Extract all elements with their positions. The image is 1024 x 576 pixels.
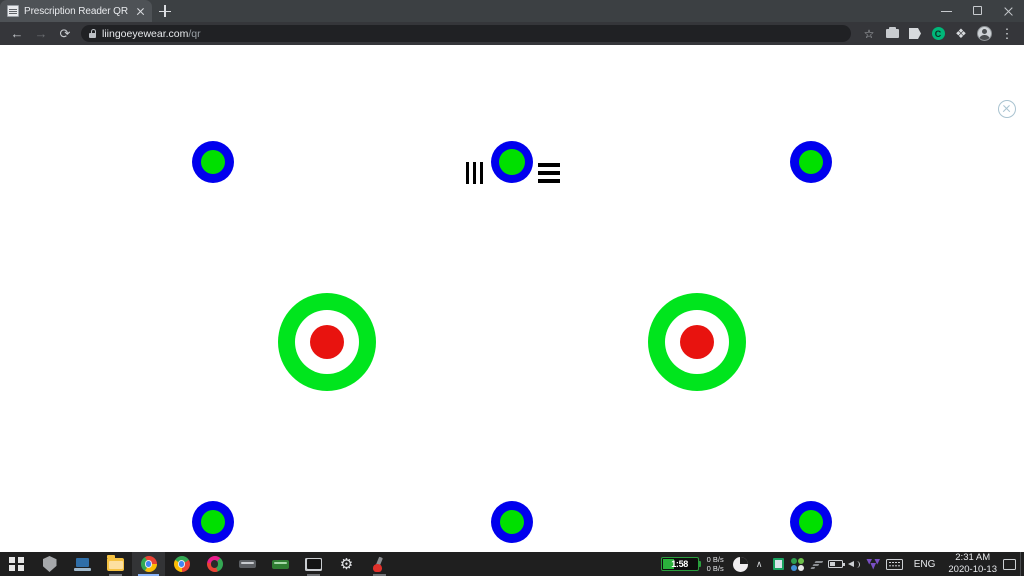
- remote-desktop-icon: [74, 557, 91, 571]
- marker-core: [201, 150, 225, 174]
- target-gap: [665, 310, 729, 374]
- battery-small-icon[interactable]: [826, 552, 845, 576]
- network-speed[interactable]: 0 B/s 0 B/s: [707, 555, 724, 574]
- volume-icon[interactable]: [845, 552, 864, 576]
- target-middle-left: [278, 293, 376, 391]
- marker-top-center: [491, 141, 533, 183]
- app-slab[interactable]: [231, 552, 264, 576]
- clock-time: 2:31 AM: [955, 551, 991, 563]
- marker-core: [799, 510, 823, 534]
- back-arrow-icon[interactable]: ←: [6, 23, 28, 45]
- marker-bottom-left: [192, 501, 234, 543]
- show-desktop-button[interactable]: [1020, 552, 1024, 576]
- system-clock[interactable]: 2:31 AM 2020-10-13: [942, 552, 1003, 576]
- remote-desktop[interactable]: [66, 552, 99, 576]
- chrome-window-1[interactable]: [132, 552, 165, 576]
- target-gap: [295, 310, 359, 374]
- network-up: 0 B/s: [706, 564, 724, 573]
- show-hidden-icons-chevron[interactable]: ∧: [750, 552, 769, 576]
- marker-bottom-right: [790, 501, 832, 543]
- browser-tab[interactable]: Prescription Reader QR | Liingo E: [0, 0, 152, 22]
- wallet-icon[interactable]: [881, 23, 903, 45]
- language-indicator[interactable]: ENG: [907, 559, 943, 570]
- chrome-icon: [173, 556, 190, 572]
- green-extension-glyph: C: [931, 27, 945, 40]
- app-screen[interactable]: [297, 552, 330, 576]
- file-explorer[interactable]: [99, 552, 132, 576]
- purple-drop-icon[interactable]: [864, 552, 883, 576]
- green-square-icon[interactable]: [769, 552, 788, 576]
- green-extension-icon[interactable]: C: [927, 23, 949, 45]
- target-core: [310, 325, 344, 359]
- taskbar-apps: ⚙: [0, 552, 396, 576]
- windows-taskbar: ⚙ 1:58 0 B/s 0 B/s ∧ ENG 2:31 AM 2020-10…: [0, 552, 1024, 576]
- minimize-icon[interactable]: [931, 0, 962, 22]
- marker-core: [500, 510, 524, 534]
- marker-top-left: [192, 141, 234, 183]
- vertical-bars: [466, 162, 483, 184]
- tab-close-icon[interactable]: [134, 5, 147, 18]
- security-shield[interactable]: [33, 552, 66, 576]
- start-button[interactable]: [0, 552, 33, 576]
- marker-core: [201, 510, 225, 534]
- green-book-icon: [272, 559, 289, 569]
- app-red[interactable]: [363, 552, 396, 576]
- reload-icon[interactable]: ⟳: [54, 23, 76, 45]
- notification-center-icon[interactable]: [1003, 558, 1016, 570]
- window-controls: [931, 0, 1024, 22]
- clock-date: 2020-10-13: [948, 564, 997, 575]
- app-settings[interactable]: ⚙: [330, 552, 363, 576]
- battery-icon: 1:58: [660, 557, 699, 571]
- tab-strip: Prescription Reader QR | Liingo E: [0, 0, 1024, 22]
- url-text: liingoeyewear.com/qr: [102, 28, 201, 40]
- chrome-icon: [140, 556, 157, 572]
- marker-core: [799, 150, 823, 174]
- lock-icon: [89, 29, 97, 38]
- browser-toolbar: ← → ⟳ liingoeyewear.com/qr ☆ C ❖ ⋮: [0, 22, 1024, 45]
- extensions-puzzle-icon[interactable]: ❖: [950, 23, 972, 45]
- battery-time: 1:58: [671, 559, 689, 569]
- battery-status[interactable]: 1:58: [660, 557, 701, 571]
- marker-core: [499, 149, 525, 175]
- wifi-icon[interactable]: [807, 552, 826, 576]
- page-content: Chat: [0, 45, 1024, 552]
- bookmark-star-icon[interactable]: ☆: [858, 23, 880, 45]
- url-domain: liingoeyewear.com: [102, 27, 189, 40]
- folder-icon: [107, 555, 124, 571]
- system-tray: 1:58 0 B/s 0 B/s ∧ ENG 2:31 AM 2020-10-1…: [660, 552, 1024, 576]
- chrome-menu-icon[interactable]: ⋮: [996, 23, 1018, 45]
- window-close-icon[interactable]: [993, 0, 1024, 22]
- profile-avatar-icon[interactable]: [973, 23, 995, 45]
- monitor-icon: [305, 557, 322, 571]
- url-path: /qr: [188, 27, 201, 40]
- marker-top-right: [790, 141, 832, 183]
- flag-extension-icon[interactable]: [904, 23, 926, 45]
- pie-chart-icon[interactable]: [731, 552, 750, 576]
- horizontal-bars: [538, 163, 560, 183]
- address-bar[interactable]: liingoeyewear.com/qr: [81, 25, 851, 42]
- chrome-window-2[interactable]: [165, 552, 198, 576]
- close-overlay-icon[interactable]: [998, 100, 1016, 118]
- forward-arrow-icon[interactable]: →: [30, 23, 52, 45]
- target-middle-right: [648, 293, 746, 391]
- windows-logo-icon: [9, 557, 24, 571]
- marker-bottom-center: [491, 501, 533, 543]
- gear-icon: ⚙: [339, 555, 354, 573]
- chrome-beta-icon: [206, 556, 223, 572]
- clover-icon[interactable]: [788, 552, 807, 576]
- network-down: 0 B/s: [706, 554, 724, 564]
- red-tool-icon: [372, 557, 387, 572]
- chrome-window-3[interactable]: [198, 552, 231, 576]
- toolbar-icons: ☆ C ❖ ⋮: [858, 23, 1018, 45]
- browser-window: Prescription Reader QR | Liingo E ← → ⟳ …: [0, 0, 1024, 552]
- device-icon: [239, 560, 256, 568]
- app-book[interactable]: [264, 552, 297, 576]
- keyboard-icon[interactable]: [883, 552, 907, 576]
- maximize-icon[interactable]: [962, 0, 993, 22]
- tab-title: Prescription Reader QR | Liingo E: [24, 5, 129, 17]
- new-tab-button[interactable]: [152, 0, 178, 22]
- shield-icon: [42, 556, 57, 572]
- page-favicon: [7, 5, 19, 17]
- target-core: [680, 325, 714, 359]
